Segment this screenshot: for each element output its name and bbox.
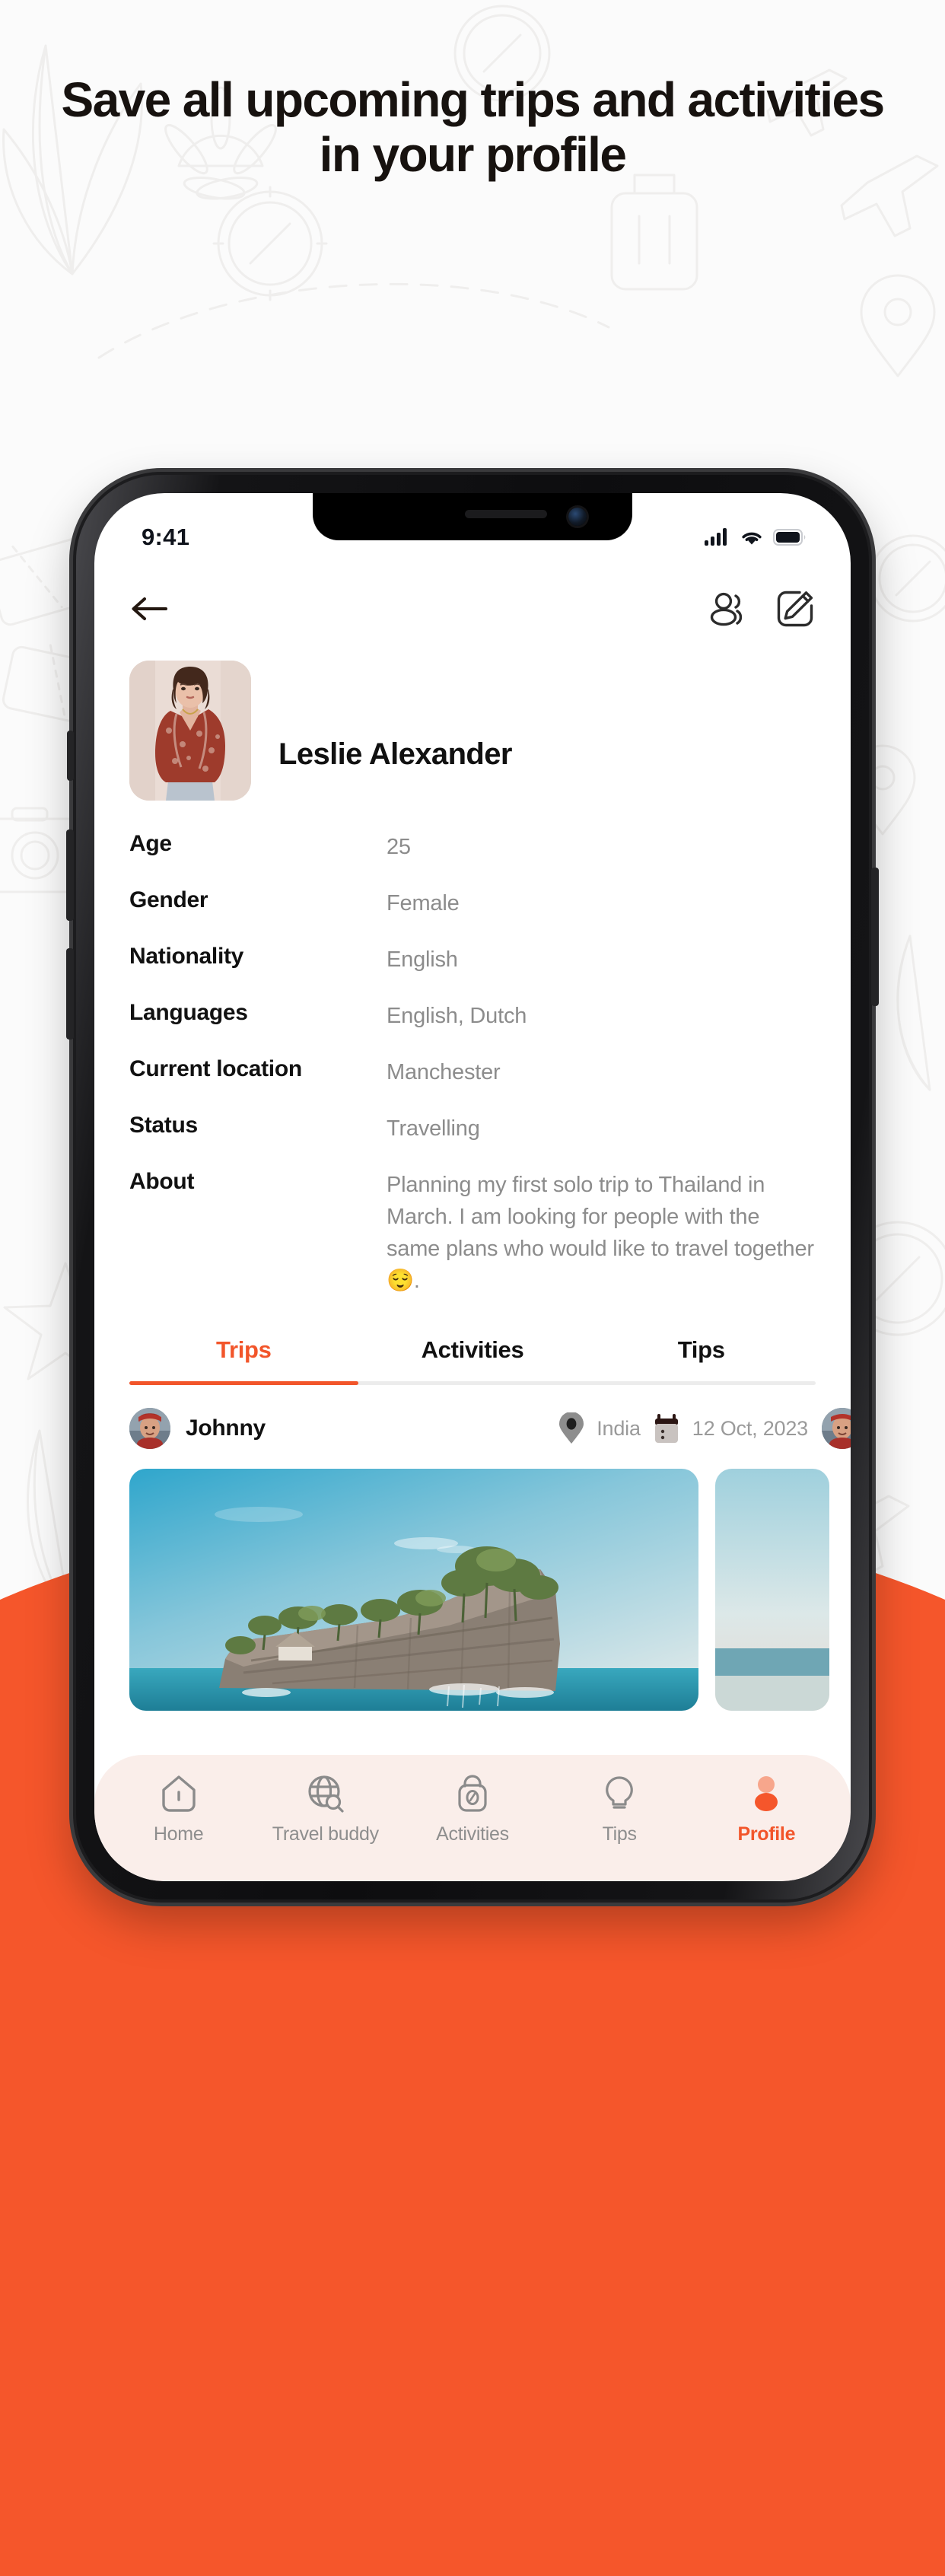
calendar-icon bbox=[654, 1414, 678, 1444]
page-title: Leslie Alexander bbox=[278, 737, 512, 771]
nav-label: Profile bbox=[737, 1823, 796, 1845]
detail-label: Current location bbox=[129, 1056, 302, 1082]
edit-profile-button[interactable] bbox=[776, 590, 814, 632]
detail-value: English bbox=[387, 947, 458, 973]
trip-author-name: Johnny bbox=[186, 1415, 266, 1441]
detail-label: About bbox=[129, 1169, 195, 1195]
globe-search-icon bbox=[306, 1775, 345, 1813]
phone-notch bbox=[313, 493, 632, 540]
phone-mockup: 9:41 Leslie Alexander Age 25 Gender Fema… bbox=[66, 472, 879, 1903]
nav-item-activities[interactable]: Activities bbox=[402, 1775, 543, 1845]
battery-icon bbox=[773, 529, 806, 546]
trip-meta-row: Johnny India 12 Oct, 2023 bbox=[94, 1385, 851, 1469]
phone-power-button bbox=[871, 868, 879, 1006]
tab-tips[interactable]: Tips bbox=[587, 1336, 816, 1385]
nav-item-profile[interactable]: Profile bbox=[695, 1775, 837, 1845]
detail-value: 25 bbox=[387, 835, 411, 859]
nav-item-tips[interactable]: Tips bbox=[549, 1775, 690, 1845]
phone-volume-down-button bbox=[66, 948, 74, 1040]
profile-details: Age 25 Gender Female Nationality English… bbox=[94, 801, 851, 1297]
tab-trips[interactable]: Trips bbox=[129, 1336, 358, 1385]
detail-row: Current location Manchester bbox=[129, 1056, 816, 1088]
next-trip-photo bbox=[715, 1469, 829, 1711]
avatar[interactable] bbox=[129, 661, 251, 801]
promo-headline: Save all upcoming trips and activities i… bbox=[61, 72, 885, 182]
earpiece-speaker bbox=[465, 510, 547, 518]
trip-location: India bbox=[597, 1416, 641, 1440]
trip-meta-details: India 12 Oct, 2023 bbox=[558, 1412, 822, 1444]
users-group-icon bbox=[710, 592, 743, 626]
profile-header: Leslie Alexander bbox=[94, 642, 851, 801]
avatar[interactable] bbox=[822, 1408, 851, 1450]
trip-photo-card-next[interactable] bbox=[715, 1469, 829, 1711]
detail-label: Age bbox=[129, 831, 172, 856]
nav-item-travel-buddy[interactable]: Travel buddy bbox=[255, 1775, 396, 1845]
cellular-signal-icon bbox=[705, 528, 727, 546]
detail-value: Travelling bbox=[387, 1116, 480, 1142]
avatar bbox=[822, 1408, 851, 1450]
wifi-icon bbox=[742, 532, 762, 545]
profile-tabs: Trips Activities Tips bbox=[94, 1336, 851, 1386]
status-bar-icons bbox=[705, 528, 807, 546]
detail-label: Languages bbox=[129, 1000, 248, 1026]
island-cliff-photo bbox=[129, 1469, 698, 1711]
phone-volume-up-button bbox=[66, 829, 74, 921]
trip-photo-carousel[interactable] bbox=[94, 1469, 851, 1711]
phone-screen: 9:41 Leslie Alexander Age 25 Gender Fema… bbox=[94, 493, 851, 1881]
trip-date: 12 Oct, 2023 bbox=[692, 1416, 808, 1440]
arrow-left-icon bbox=[132, 597, 167, 620]
detail-row: Status Travelling bbox=[129, 1113, 816, 1145]
detail-value: English, Dutch bbox=[387, 1004, 527, 1029]
nav-label: Travel buddy bbox=[272, 1823, 379, 1845]
edit-square-icon bbox=[777, 591, 813, 626]
person-icon bbox=[746, 1775, 786, 1813]
detail-row: Age 25 bbox=[129, 831, 816, 863]
detail-row-about: About Planning my first solo trip to Tha… bbox=[129, 1169, 816, 1297]
app-header bbox=[94, 572, 851, 648]
back-button[interactable] bbox=[129, 594, 169, 628]
header-actions bbox=[709, 590, 814, 632]
nav-label: Activities bbox=[436, 1823, 509, 1845]
backpack-icon bbox=[453, 1775, 492, 1813]
nav-label: Home bbox=[153, 1823, 204, 1845]
detail-row: Nationality English bbox=[129, 944, 816, 976]
trip-author[interactable]: Johnny bbox=[129, 1408, 266, 1450]
nav-label: Tips bbox=[602, 1823, 637, 1845]
detail-label: Status bbox=[129, 1113, 198, 1138]
location-pin-icon bbox=[559, 1412, 584, 1444]
phone-mute-switch bbox=[67, 731, 74, 781]
bottom-navigation: Home Travel buddy Activities Tips Profil… bbox=[94, 1755, 851, 1881]
status-bar-time: 9:41 bbox=[142, 524, 190, 550]
avatar bbox=[129, 1408, 170, 1450]
detail-value: Manchester bbox=[387, 1060, 501, 1085]
travel-buddies-button[interactable] bbox=[709, 591, 749, 631]
detail-label: Gender bbox=[129, 887, 208, 913]
about-text: Planning my first solo trip to Thailand … bbox=[387, 1173, 814, 1294]
profile-content: Leslie Alexander Age 25 Gender Female Na… bbox=[94, 642, 851, 1881]
profile-photo bbox=[129, 661, 251, 801]
detail-row: Gender Female bbox=[129, 887, 816, 919]
detail-row: Languages English, Dutch bbox=[129, 1000, 816, 1032]
trip-photo-card[interactable] bbox=[129, 1469, 698, 1711]
tab-activities[interactable]: Activities bbox=[358, 1336, 587, 1385]
front-camera-icon bbox=[568, 508, 587, 526]
tab-active-indicator bbox=[129, 1381, 358, 1386]
detail-label: Nationality bbox=[129, 944, 244, 970]
nav-item-home[interactable]: Home bbox=[108, 1775, 250, 1845]
home-icon bbox=[159, 1775, 199, 1813]
detail-value: Female bbox=[387, 891, 460, 916]
lightbulb-icon bbox=[600, 1775, 639, 1813]
avatar bbox=[129, 1408, 170, 1450]
